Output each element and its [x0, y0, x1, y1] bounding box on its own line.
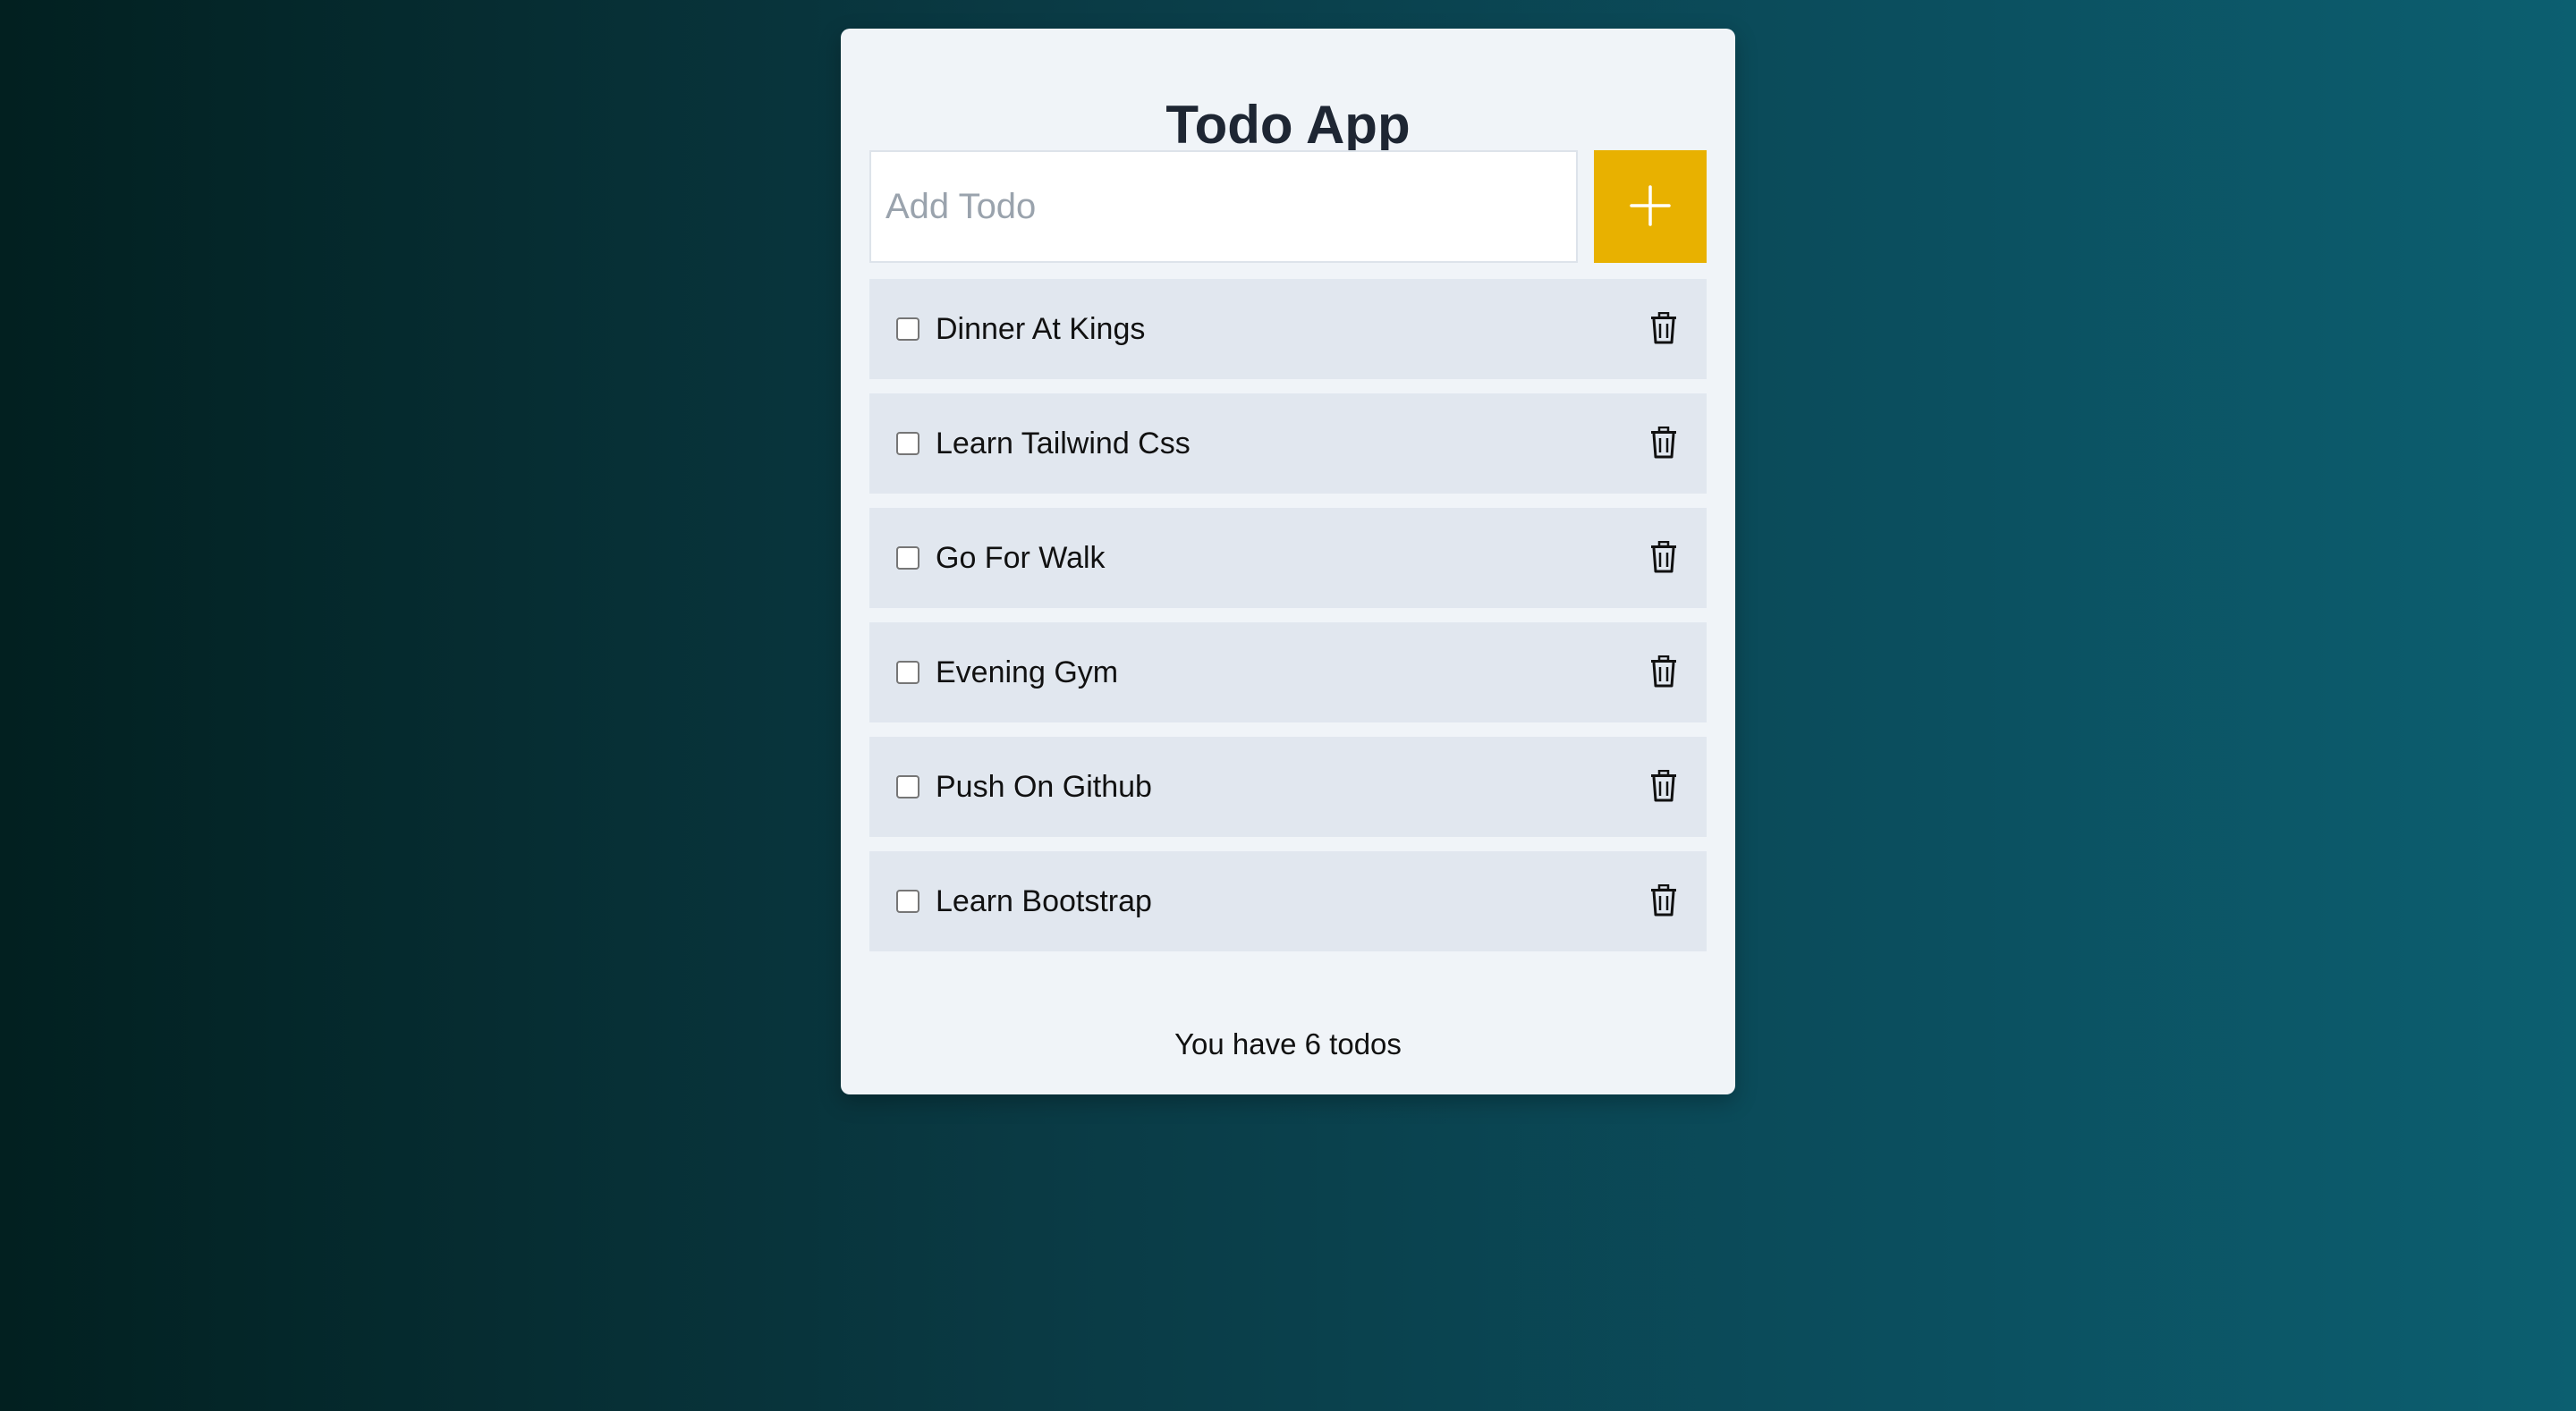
plus-icon [1628, 183, 1673, 231]
page-title: Todo App [1165, 95, 1411, 155]
delete-todo-button[interactable] [1646, 311, 1682, 347]
trash-icon [1650, 883, 1677, 919]
add-todo-button[interactable] [1594, 150, 1707, 263]
list-item: Dinner At Kings [869, 279, 1707, 379]
delete-todo-button[interactable] [1646, 883, 1682, 919]
list-item: Go For Walk [869, 508, 1707, 608]
delete-todo-button[interactable] [1646, 426, 1682, 461]
trash-icon [1650, 655, 1677, 690]
delete-todo-button[interactable] [1646, 655, 1682, 690]
add-todo-input[interactable] [869, 150, 1578, 263]
delete-todo-button[interactable] [1646, 769, 1682, 805]
todo-list: Dinner At Kings Learn Tailwind Css Go Fo… [869, 279, 1707, 966]
todo-checkbox[interactable] [896, 775, 919, 798]
list-item: Push On Github [869, 737, 1707, 837]
todo-checkbox[interactable] [896, 890, 919, 913]
todo-label: Go For Walk [936, 541, 1106, 575]
todo-checkbox[interactable] [896, 661, 919, 684]
todo-label: Push On Github [936, 770, 1152, 804]
todo-label: Learn Tailwind Css [936, 427, 1191, 460]
todo-label: Evening Gym [936, 655, 1119, 689]
todo-label: Learn Bootstrap [936, 884, 1152, 918]
todo-count: You have 6 todos [1174, 1027, 1402, 1060]
todo-checkbox[interactable] [896, 546, 919, 570]
trash-icon [1650, 311, 1677, 347]
todo-checkbox[interactable] [896, 317, 919, 341]
todo-label: Dinner At Kings [936, 312, 1146, 346]
todo-checkbox[interactable] [896, 432, 919, 455]
todo-card: Todo App Dinner At Kings [841, 29, 1735, 1094]
trash-icon [1650, 426, 1677, 461]
list-item: Learn Bootstrap [869, 851, 1707, 951]
delete-todo-button[interactable] [1646, 540, 1682, 576]
trash-icon [1650, 769, 1677, 805]
trash-icon [1650, 540, 1677, 576]
list-item: Evening Gym [869, 622, 1707, 722]
list-item: Learn Tailwind Css [869, 393, 1707, 494]
